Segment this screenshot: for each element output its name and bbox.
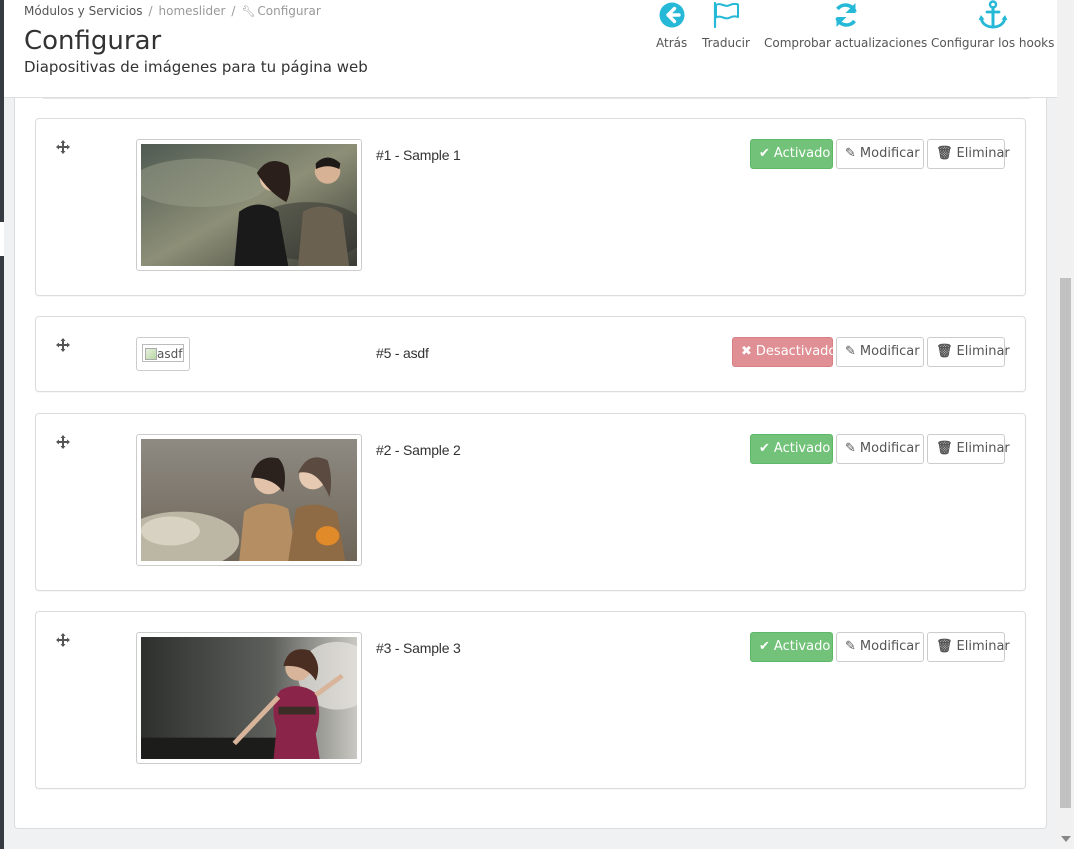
check-icon: ✔ — [759, 146, 770, 161]
breadcrumb-item-configure: Configurar — [257, 4, 321, 18]
edit-label: Modificar — [859, 146, 920, 161]
back-label: Atrás — [656, 36, 688, 50]
slide-title: #2 - Sample 2 — [376, 442, 461, 458]
slide-item: #3 - Sample 3 ✔ Activado ✎ Modificar 🗑︎ Eli… — [35, 611, 1026, 789]
edit-icon: ✎ — [845, 441, 856, 456]
sidebar-strip — [0, 0, 4, 849]
breadcrumb: Módulos y Servicios / homeslider / 🔧︎ Configu… — [24, 4, 321, 18]
trash-icon: 🗑︎ — [936, 441, 953, 456]
status-toggle-button[interactable]: ✔ Activado — [750, 139, 833, 169]
scrollbar-thumb[interactable] — [1060, 278, 1071, 808]
status-toggle-button[interactable]: ✔ Activado — [750, 632, 833, 662]
delete-button[interactable]: 🗑︎ Eliminar — [927, 337, 1010, 367]
wrench-icon: 🔧︎ — [241, 5, 256, 18]
delete-label: Eliminar — [956, 441, 1010, 456]
edit-icon: ✎ — [845, 146, 856, 161]
trash-icon: 🗑︎ — [936, 639, 953, 654]
status-label: Activado — [773, 146, 831, 161]
broken-image: asdf — [142, 344, 184, 362]
sidebar-notch — [0, 222, 4, 256]
page-header: Módulos y Servicios / homeslider / 🔧︎ Configu… — [4, 0, 1057, 98]
slide-thumbnail — [136, 632, 362, 764]
edit-label: Modificar — [859, 344, 920, 359]
status-label: Activado — [773, 639, 831, 654]
delete-label: Eliminar — [956, 344, 1010, 359]
breadcrumb-separator: / — [231, 4, 236, 18]
slides-panel: #1 - Sample 1 ✔ Activado ✎ Modificar 🗑︎ Eli… — [14, 98, 1047, 829]
slide-item: #1 - Sample 1 ✔ Activado ✎ Modificar 🗑︎ Eli… — [35, 118, 1026, 296]
edit-label: Modificar — [859, 639, 920, 654]
delete-label: Eliminar — [956, 146, 1010, 161]
edit-button[interactable]: ✎ Modificar — [836, 337, 924, 367]
slide-image — [141, 144, 357, 266]
panel-divider — [43, 98, 1030, 99]
slide-image — [141, 439, 357, 561]
page-title: Configurar — [24, 26, 162, 56]
times-icon: ✖ — [741, 344, 752, 359]
edit-button[interactable]: ✎ Modificar — [836, 139, 924, 169]
edit-icon: ✎ — [845, 344, 856, 359]
slide-actions: ✔ Activado ✎ Modificar 🗑︎ Eliminar — [750, 139, 1010, 171]
edit-label: Modificar — [859, 441, 920, 456]
status-label: Desactivado — [755, 344, 837, 359]
check-updates-button[interactable]: Comprobar actualizaciones — [764, 0, 927, 50]
breadcrumb-item-homeslider[interactable]: homeslider — [159, 4, 226, 18]
status-toggle-button[interactable]: ✔ Activado — [750, 434, 833, 464]
scroll-down-arrow-icon[interactable] — [1061, 836, 1071, 842]
slide-title: #1 - Sample 1 — [376, 147, 461, 163]
anchor-icon — [978, 0, 1008, 29]
translate-button[interactable]: Traducir — [702, 0, 750, 50]
arrow-circle-left-icon — [659, 2, 685, 28]
delete-label: Eliminar — [956, 639, 1010, 654]
status-toggle-button[interactable]: ✖ Desactivado — [732, 337, 837, 367]
move-icon[interactable] — [56, 435, 70, 449]
page-subtitle: Diapositivas de imágenes para tu página … — [24, 58, 368, 76]
slide-actions: ✔ Activado ✎ Modificar 🗑︎ Eliminar — [750, 434, 1010, 466]
slide-title: #5 - asdf — [376, 345, 429, 361]
breadcrumb-separator: / — [148, 4, 153, 18]
check-icon: ✔ — [759, 639, 770, 654]
move-icon[interactable] — [56, 633, 70, 647]
edit-button[interactable]: ✎ Modificar — [836, 434, 924, 464]
slide-actions: ✔ Activado ✎ Modificar 🗑︎ Eliminar — [750, 632, 1010, 664]
trash-icon: 🗑︎ — [936, 344, 953, 359]
slide-thumbnail — [136, 434, 362, 566]
slide-actions: ✖ Desactivado ✎ Modificar 🗑︎ Eliminar — [732, 337, 1010, 369]
trash-icon: 🗑︎ — [936, 146, 953, 161]
flag-icon — [713, 1, 739, 29]
refresh-icon — [834, 3, 857, 27]
delete-button[interactable]: 🗑︎ Eliminar — [927, 632, 1010, 662]
slide-item: #2 - Sample 2 ✔ Activado ✎ Modificar 🗑︎ Eli… — [35, 413, 1026, 591]
back-button[interactable]: Atrás — [656, 0, 687, 50]
breadcrumb-item-modules[interactable]: Módulos y Servicios — [24, 4, 142, 18]
edit-icon: ✎ — [845, 639, 856, 654]
slide-thumbnail: asdf — [136, 337, 190, 371]
configure-hooks-button[interactable]: Configurar los hooks — [931, 0, 1054, 50]
slide-title: #3 - Sample 3 — [376, 640, 461, 656]
configure-hooks-label: Configurar los hooks — [931, 36, 1055, 50]
slide-image — [141, 637, 357, 759]
slide-item: asdf #5 - asdf ✖ Desactivado ✎ Modificar 🗑… — [35, 316, 1026, 392]
delete-button[interactable]: 🗑︎ Eliminar — [927, 139, 1010, 169]
check-icon: ✔ — [759, 441, 770, 456]
slide-thumbnail — [136, 139, 362, 271]
translate-label: Traducir — [702, 36, 750, 50]
move-icon[interactable] — [56, 338, 70, 352]
check-updates-label: Comprobar actualizaciones — [764, 36, 928, 50]
status-label: Activado — [773, 441, 831, 456]
edit-button[interactable]: ✎ Modificar — [836, 632, 924, 662]
delete-button[interactable]: 🗑︎ Eliminar — [927, 434, 1010, 464]
move-icon[interactable] — [56, 140, 70, 154]
